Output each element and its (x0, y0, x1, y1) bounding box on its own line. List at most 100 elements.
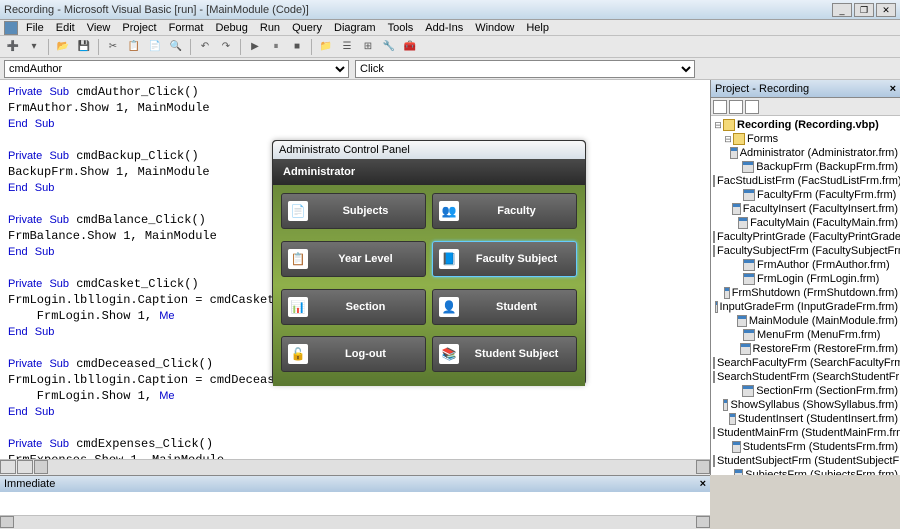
admin-student-button[interactable]: 👤Student (432, 289, 577, 325)
admin-button-icon: 📄 (288, 201, 308, 221)
tree-item[interactable]: ShowSyllabus (ShowSyllabus.frm) (713, 398, 898, 412)
tree-expander-icon[interactable]: ⊟ (713, 120, 723, 131)
tree-item-label: FacultyMain (FacultyMain.frm) (750, 217, 898, 229)
admin-log-out-button[interactable]: 🔓Log-out (281, 336, 426, 372)
menu-view[interactable]: View (81, 22, 117, 34)
toggle-folders-button[interactable] (745, 100, 759, 114)
immediate-close-button[interactable]: × (700, 478, 706, 490)
immediate-scroll-right[interactable] (696, 516, 710, 528)
tree-item[interactable]: FacultySubjectFrm (FacultySubjectFrm.f (713, 244, 898, 258)
scroll-right-button[interactable] (696, 460, 710, 474)
menu-edit[interactable]: Edit (50, 22, 81, 34)
immediate-scroll-left[interactable] (0, 516, 14, 528)
tree-item[interactable]: StudentSubjectFrm (StudentSubjectFrm (713, 454, 898, 468)
tree-item[interactable]: MainModule (MainModule.frm) (713, 314, 898, 328)
close-button[interactable]: ✕ (876, 3, 896, 17)
menu-file[interactable]: File (20, 22, 50, 34)
tree-item[interactable]: FacultyMain (FacultyMain.frm) (713, 216, 898, 230)
tree-item[interactable]: SectionFrm (SectionFrm.frm) (713, 384, 898, 398)
menu-window[interactable]: Window (469, 22, 520, 34)
stop-button[interactable]: ■ (288, 38, 306, 56)
folder-forms[interactable]: ⊟Forms (713, 132, 898, 146)
tree-item[interactable]: Administrator (Administrator.frm) (713, 146, 898, 160)
menu-help[interactable]: Help (520, 22, 555, 34)
admin-faculty-button[interactable]: 👥Faculty (432, 193, 577, 229)
tree-item[interactable]: InputGradeFrm (InputGradeFrm.frm) (713, 300, 898, 314)
view-object-button[interactable] (729, 100, 743, 114)
object-browser-button[interactable]: 🔧 (380, 38, 398, 56)
tree-item[interactable]: StudentsFrm (StudentsFrm.frm) (713, 440, 898, 454)
tree-item[interactable]: FrmLogin (FrmLogin.frm) (713, 272, 898, 286)
procedure-selector[interactable]: Click (355, 60, 695, 78)
tree-item[interactable]: SearchStudentFrm (SearchStudentFrm.f (713, 370, 898, 384)
toolbar: ➕ ▾ 📂 💾 ✂ 📋 📄 🔍 ↶ ↷ ▶ ⏸ ■ 📁 ☰ ⊞ 🔧 🧰 (0, 36, 900, 58)
tree-item[interactable]: StudentInsert (StudentInsert.frm) (713, 412, 898, 426)
find-button[interactable]: 🔍 (167, 38, 185, 56)
form-layout-button[interactable]: ⊞ (359, 38, 377, 56)
tree-item[interactable]: FacultyPrintGrade (FacultyPrintGrade.fr (713, 230, 898, 244)
project-tree[interactable]: ⊟Recording (Recording.vbp)⊟FormsAdminist… (711, 116, 900, 475)
full-module-view-tab[interactable] (17, 460, 33, 474)
object-selector[interactable]: cmdAuthor (4, 60, 349, 78)
menu-tools[interactable]: Tools (382, 22, 420, 34)
tree-item[interactable]: BackupFrm (BackupFrm.frm) (713, 160, 898, 174)
admin-section-button[interactable]: 📊Section (281, 289, 426, 325)
dropdown-button[interactable]: ▾ (25, 38, 43, 56)
tree-item[interactable]: StudentMainFrm (StudentMainFrm.frm) (713, 426, 898, 440)
admin-control-panel: Administrato Control Panel Administrator… (272, 140, 586, 385)
tree-expander-icon[interactable]: ⊟ (723, 134, 733, 145)
cut-button[interactable]: ✂ (104, 38, 122, 56)
tree-item[interactable]: FacultyFrm (FacultyFrm.frm) (713, 188, 898, 202)
menu-project[interactable]: Project (116, 22, 162, 34)
admin-faculty-subject-button[interactable]: 📘Faculty Subject (432, 241, 577, 277)
toolbox-button[interactable]: 🧰 (401, 38, 419, 56)
project-explorer-button[interactable]: 📁 (317, 38, 335, 56)
tree-item-label: BackupFrm (BackupFrm.frm) (756, 161, 898, 173)
add-form-button[interactable]: ➕ (4, 38, 22, 56)
immediate-input[interactable] (0, 492, 710, 515)
open-button[interactable]: 📂 (54, 38, 72, 56)
save-button[interactable]: 💾 (75, 38, 93, 56)
menu-query[interactable]: Query (286, 22, 328, 34)
tree-item[interactable]: FrmAuthor (FrmAuthor.frm) (713, 258, 898, 272)
code-horizontal-scrollbar[interactable] (0, 459, 710, 475)
pause-button[interactable]: ⏸ (267, 38, 285, 56)
menu-run[interactable]: Run (254, 22, 286, 34)
minimize-button[interactable]: _ (832, 3, 852, 17)
scroll-left-button[interactable] (34, 460, 48, 474)
procedure-view-tab[interactable] (0, 460, 16, 474)
admin-student-subject-button[interactable]: 📚Student Subject (432, 336, 577, 372)
undo-button[interactable]: ↶ (196, 38, 214, 56)
admin-subjects-button[interactable]: 📄Subjects (281, 193, 426, 229)
admin-titlebar[interactable]: Administrato Control Panel (273, 141, 585, 159)
tree-item[interactable]: RestoreFrm (RestoreFrm.frm) (713, 342, 898, 356)
menu-debug[interactable]: Debug (209, 22, 253, 34)
redo-button[interactable]: ↷ (217, 38, 235, 56)
menu-diagram[interactable]: Diagram (328, 22, 382, 34)
properties-button[interactable]: ☰ (338, 38, 356, 56)
maximize-button[interactable]: ❐ (854, 3, 874, 17)
tree-item-label: SearchFacultyFrm (SearchFacultyFrm.fr (717, 357, 900, 369)
project-root[interactable]: ⊟Recording (Recording.vbp) (713, 118, 898, 132)
tree-item[interactable]: FacultyInsert (FacultyInsert.frm) (713, 202, 898, 216)
paste-button[interactable]: 📄 (146, 38, 164, 56)
form-icon (743, 259, 755, 271)
menu-add-ins[interactable]: Add-Ins (419, 22, 469, 34)
tree-item[interactable]: SubjectsFrm (SubjectsFrm.frm) (713, 468, 898, 475)
scroll-track[interactable] (48, 460, 696, 475)
tree-item[interactable]: FrmShutdown (FrmShutdown.frm) (713, 286, 898, 300)
window-title: Recording - Microsoft Visual Basic [run]… (4, 4, 309, 16)
admin-year-level-button[interactable]: 📋Year Level (281, 241, 426, 277)
immediate-scrollbar[interactable] (0, 515, 710, 529)
form-icon (743, 189, 755, 201)
copy-button[interactable]: 📋 (125, 38, 143, 56)
project-panel-close-button[interactable]: × (890, 83, 896, 95)
tree-item[interactable]: FacStudListFrm (FacStudListFrm.frm) (713, 174, 898, 188)
form-icon (742, 385, 754, 397)
admin-button-icon: 📚 (439, 344, 459, 364)
tree-item[interactable]: MenuFrm (MenuFrm.frm) (713, 328, 898, 342)
tree-item[interactable]: SearchFacultyFrm (SearchFacultyFrm.fr (713, 356, 898, 370)
run-button[interactable]: ▶ (246, 38, 264, 56)
view-code-button[interactable] (713, 100, 727, 114)
menu-format[interactable]: Format (163, 22, 210, 34)
